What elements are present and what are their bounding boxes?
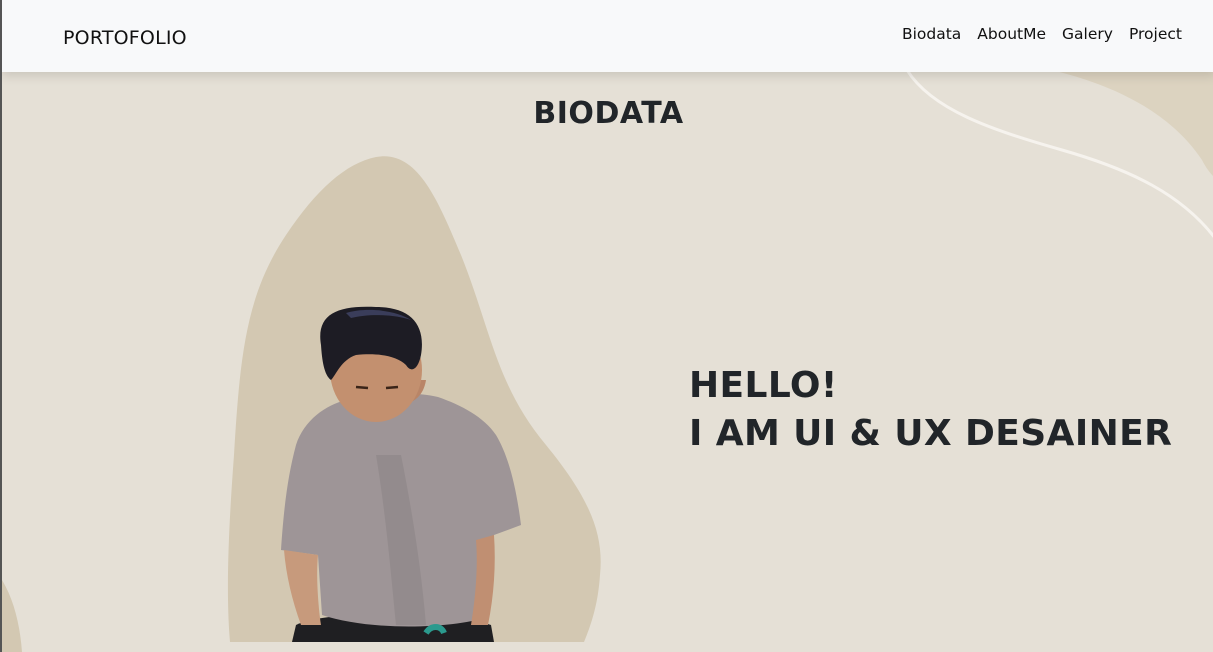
nav-links: Biodata AboutMe Galery Project	[894, 25, 1182, 43]
hero-heading: HELLO! I AM UI & UX DESAINER	[689, 362, 1172, 458]
nav-link-project[interactable]: Project	[1121, 25, 1182, 43]
hero-role: I AM UI & UX DESAINER	[689, 413, 1173, 454]
section-title: BIODATA	[533, 96, 684, 131]
page: PORTOFOLIO Biodata AboutMe Galery Projec…	[0, 0, 1213, 652]
hero-greeting: HELLO!	[689, 365, 838, 406]
navbar: PORTOFOLIO Biodata AboutMe Galery Projec…	[2, 0, 1213, 72]
brand-logo[interactable]: PORTOFOLIO	[63, 27, 187, 49]
profile-photo-graphic	[227, 156, 601, 642]
profile-photo	[226, 155, 606, 642]
bottom-left-blob	[2, 580, 22, 652]
nav-link-biodata[interactable]: Biodata	[894, 25, 969, 43]
nav-link-aboutme[interactable]: AboutMe	[969, 25, 1054, 43]
nav-link-galery[interactable]: Galery	[1054, 25, 1121, 43]
